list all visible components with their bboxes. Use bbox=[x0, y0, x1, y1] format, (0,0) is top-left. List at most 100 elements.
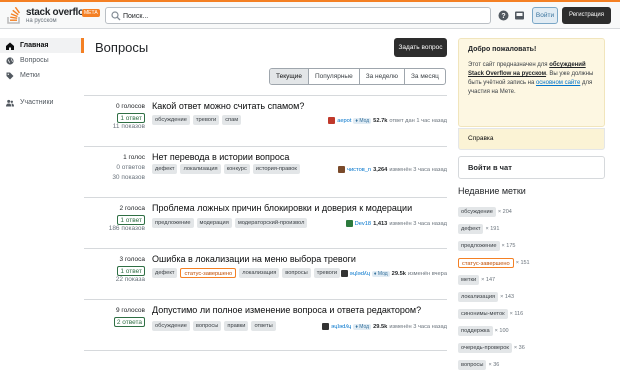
recent-tag[interactable]: обсуждение bbox=[458, 206, 496, 217]
question-row: 2 голоса 1 ответ 186 показов Проблема ложны… bbox=[84, 198, 447, 249]
recent-tag-item: статус-завершено × 151 bbox=[458, 255, 605, 270]
recent-tag-item: поддержка × 100 bbox=[458, 323, 605, 338]
login-button[interactable]: Войти bbox=[532, 7, 558, 24]
tab-popular[interactable]: Популярные bbox=[309, 69, 360, 84]
question-tag[interactable]: дефект bbox=[152, 164, 178, 174]
help-icon[interactable]: ? bbox=[498, 10, 509, 21]
recent-tag-count: × 175 bbox=[501, 242, 516, 249]
ask-question-button[interactable]: Задать вопрос bbox=[394, 38, 447, 57]
vote-count: 2 голоса bbox=[119, 205, 145, 212]
signup-button[interactable]: Регистрация bbox=[562, 7, 611, 24]
activity-time-link[interactable]: изменён 3 часа назад bbox=[389, 167, 447, 173]
svg-text:?: ? bbox=[501, 13, 505, 20]
nav-item-tags[interactable]: Метки bbox=[0, 68, 84, 83]
recent-tag[interactable]: метки bbox=[458, 274, 480, 285]
main-site-link[interactable]: основном сайте bbox=[536, 80, 580, 86]
user-name-link[interactable]: ǝɥʇǝdʎɥ bbox=[350, 271, 370, 277]
recent-tag[interactable]: вопросы bbox=[458, 359, 487, 370]
reputation: 29.5k bbox=[391, 270, 406, 277]
question-tag[interactable]: модерация bbox=[196, 218, 232, 228]
question-tag[interactable]: тревоги bbox=[192, 115, 220, 125]
user-name-link[interactable]: Dev18 bbox=[355, 221, 371, 227]
recent-tag[interactable]: локализация bbox=[458, 291, 499, 302]
nav-item-home[interactable]: Главная bbox=[0, 38, 84, 53]
vote-count: 9 голосов bbox=[116, 307, 145, 314]
activity-time-link[interactable]: изменён 3 часа назад bbox=[389, 221, 447, 227]
recent-tag[interactable]: предложение bbox=[458, 240, 500, 251]
avatar[interactable] bbox=[338, 166, 346, 173]
vote-count: 3 голоса bbox=[119, 256, 145, 263]
recent-tag[interactable]: очередь-проверок bbox=[458, 342, 512, 353]
avatar[interactable] bbox=[322, 323, 330, 330]
question-title-link[interactable]: Ошибка в локализации на меню выбора трев… bbox=[152, 254, 356, 264]
question-tag[interactable]: локализация bbox=[180, 164, 221, 174]
tab-week[interactable]: За неделю bbox=[360, 69, 405, 84]
search-input[interactable] bbox=[123, 10, 483, 22]
question-tag[interactable]: статус-завершено bbox=[180, 268, 237, 278]
view-count: 11 показов bbox=[112, 123, 145, 130]
recent-tag-count: × 116 bbox=[509, 310, 524, 317]
recent-tag-item: локализация × 143 bbox=[458, 289, 605, 304]
activity-time-link[interactable]: ответ дан 1 час назад bbox=[389, 118, 447, 124]
question-title-link[interactable]: Проблема ложных причин блокировки и дове… bbox=[152, 203, 412, 213]
question-meta: aepot ♦ Мод 52.7k ответ дан 1 час назад bbox=[328, 117, 447, 124]
reputation: 1,413 bbox=[373, 220, 388, 227]
search-icon bbox=[111, 11, 121, 21]
recent-tag[interactable]: поддержка bbox=[458, 325, 493, 336]
question-tag[interactable]: правки bbox=[224, 321, 249, 331]
nav-item-questions[interactable]: Вопросы bbox=[0, 53, 84, 68]
question-row: 1 голос 0 ответов 30 показов Нет перевода в… bbox=[84, 147, 447, 198]
question-tags: обсуждение вопросы правки ответы bbox=[152, 321, 276, 331]
inbox-icon[interactable] bbox=[514, 10, 525, 21]
recent-tag[interactable]: синонимы-меток bbox=[458, 308, 508, 319]
recent-tag-item: синонимы-меток × 116 bbox=[458, 306, 605, 321]
avatar[interactable] bbox=[328, 117, 336, 124]
question-title-link[interactable]: Нет перевода в истории вопроса bbox=[152, 152, 289, 162]
recent-tag[interactable]: статус-завершено bbox=[458, 257, 514, 268]
view-count bbox=[85, 326, 145, 336]
help-link[interactable]: Справка bbox=[458, 128, 605, 150]
recent-tag[interactable]: дефект bbox=[458, 223, 484, 234]
tab-month[interactable]: За месяц bbox=[405, 69, 445, 84]
recent-tag-item: дефект × 191 bbox=[458, 221, 605, 236]
question-tag[interactable]: предложение bbox=[152, 218, 194, 228]
home-icon bbox=[6, 42, 14, 50]
user-name-link[interactable]: ǝɥʇǝdʎɥ bbox=[331, 324, 351, 330]
welcome-text-part: Этот сайт предназначен для bbox=[468, 62, 550, 68]
question-tags: обсуждение тревоги спам bbox=[152, 115, 242, 125]
logo-subtitle: на русском bbox=[26, 18, 57, 24]
question-tag[interactable]: модераторский-произвол bbox=[234, 218, 308, 228]
question-row: 9 голосов 2 ответа Допустимо ли полное изм… bbox=[84, 300, 447, 351]
question-title-link[interactable]: Допустимо ли полное изменение вопроса и … bbox=[152, 305, 421, 315]
answer-count-wrap: 1 ответ bbox=[85, 214, 145, 225]
question-stats: 0 голосов 1 ответ 11 показов bbox=[85, 102, 145, 132]
question-tag[interactable]: тревоги bbox=[313, 268, 341, 278]
avatar[interactable] bbox=[345, 220, 353, 227]
vote-count: 1 голос bbox=[123, 154, 145, 161]
user-name-link[interactable]: чистов_n bbox=[347, 167, 371, 173]
activity-time-link[interactable]: изменён 3 часа назад bbox=[389, 324, 447, 330]
question-tag[interactable]: вопросы bbox=[192, 321, 222, 331]
moderator-badge: ♦ Мод bbox=[353, 117, 372, 124]
question-tag[interactable]: история-правок bbox=[252, 164, 300, 174]
question-tag[interactable]: обсуждение bbox=[152, 321, 190, 331]
tag-icon bbox=[6, 72, 14, 80]
question-tag[interactable]: вопросы bbox=[282, 268, 311, 278]
question-tag[interactable]: ответы bbox=[251, 321, 276, 331]
stack-logo-icon bbox=[7, 7, 20, 24]
recent-tags-title: Недавние метки bbox=[458, 186, 526, 196]
question-tag[interactable]: локализация bbox=[239, 268, 280, 278]
tab-active[interactable]: Текущие bbox=[270, 69, 309, 84]
moderator-badge: ♦ Мод bbox=[371, 270, 390, 277]
avatar[interactable] bbox=[340, 270, 348, 277]
question-tag[interactable]: обсуждение bbox=[152, 115, 190, 125]
question-tag[interactable]: конкурс bbox=[223, 164, 250, 174]
question-tag[interactable]: спам bbox=[222, 115, 242, 125]
site-logo[interactable]: stack overflow МЕТА на русском bbox=[6, 6, 100, 26]
question-tag[interactable]: дефект bbox=[152, 268, 178, 278]
question-title-link[interactable]: Какой ответ можно считать спамом? bbox=[152, 101, 304, 111]
chat-login-link[interactable]: Войти в чат bbox=[458, 156, 605, 179]
user-name-link[interactable]: aepot bbox=[337, 118, 351, 124]
activity-time-link[interactable]: изменён вчера bbox=[408, 271, 447, 277]
nav-item-users[interactable]: Участники bbox=[0, 95, 84, 110]
